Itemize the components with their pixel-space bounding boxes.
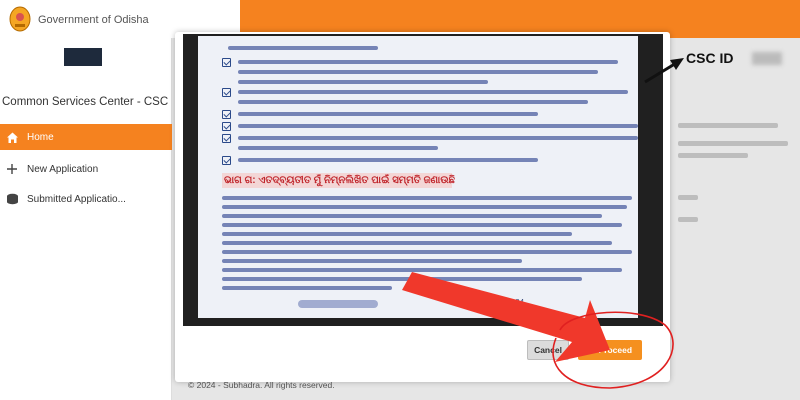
- proceed-button[interactable]: ✎ Proceed: [578, 340, 642, 360]
- doc-text-line: [238, 70, 598, 74]
- doc-text-line: [238, 146, 438, 150]
- header-title: Government of Odisha: [38, 14, 149, 26]
- doc-text-line: [222, 241, 612, 245]
- doc-text-line: [222, 205, 627, 209]
- checkbox-checked-icon: [222, 88, 231, 97]
- pencil-icon: ✎: [587, 344, 596, 355]
- doc-text-line: [238, 112, 538, 116]
- doc-text-line: [228, 46, 378, 50]
- csc-id-annotation-label: CSC ID: [686, 50, 734, 66]
- database-icon: [5, 192, 19, 206]
- checkbox-checked-icon: [222, 58, 231, 67]
- bg-text-line: [678, 217, 698, 222]
- bg-text-line: [678, 123, 778, 128]
- proceed-button-label: Proceed: [598, 345, 633, 355]
- doc-text-line: [238, 124, 638, 128]
- sidebar-item-submitted-applications[interactable]: Submitted Applicatio...: [0, 186, 172, 212]
- csc-id-redaction: [752, 52, 782, 65]
- plus-icon: [5, 162, 19, 176]
- doc-text-line: [238, 100, 588, 104]
- doc-text-line: [222, 259, 522, 263]
- document-section-heading: ଭାଗ ଗ: ଏତଦ୍‌ବ୍ୟତୀତ ମୁଁ ନିମ୍ନଲିଖିତ ପାଇଁ ସ…: [222, 173, 455, 188]
- sidebar-item-label: New Application: [27, 163, 99, 175]
- doc-text-line: [238, 136, 638, 140]
- sidebar-item-label: Home: [27, 131, 54, 143]
- doc-text-line: [222, 250, 632, 254]
- sidebar-item-label: Submitted Applicatio...: [27, 193, 126, 205]
- signature: [298, 300, 378, 308]
- sidebar-title: Common Services Center - CSC: [2, 96, 169, 108]
- document-year: /2024: [504, 298, 525, 307]
- checkbox-checked-icon: [222, 156, 231, 165]
- cancel-button[interactable]: Cancel: [527, 340, 569, 360]
- doc-text-line: [222, 223, 622, 227]
- black-arrow-head-icon: [670, 58, 684, 70]
- consent-document-image: ଭାଗ ଗ: ଏତଦ୍‌ବ୍ୟତୀତ ମୁଁ ନିମ୍ନଲିଖିତ ପାଇଁ ସ…: [198, 36, 638, 318]
- doc-text-line: [222, 286, 392, 290]
- doc-text-line: [238, 60, 618, 64]
- background-page-content: [660, 95, 800, 295]
- doc-text-line: [238, 90, 628, 94]
- doc-text-line: [222, 232, 572, 236]
- sidebar-item-home[interactable]: Home: [0, 124, 172, 150]
- bg-text-line: [678, 141, 788, 146]
- checkbox-checked-icon: [222, 134, 231, 143]
- doc-text-line: [222, 214, 602, 218]
- doc-text-line: [222, 268, 622, 272]
- checkbox-checked-icon: [222, 110, 231, 119]
- odisha-emblem-icon: [9, 6, 31, 32]
- doc-text-line: [222, 196, 632, 200]
- doc-text-line: [222, 277, 582, 281]
- csc-logo: [64, 48, 102, 66]
- home-icon: [5, 130, 19, 144]
- checkbox-checked-icon: [222, 122, 231, 131]
- bg-text-line: [678, 153, 748, 158]
- bg-text-line: [678, 195, 698, 200]
- sidebar-item-new-application[interactable]: New Application: [0, 156, 172, 182]
- doc-text-line: [238, 80, 488, 84]
- doc-text-line: [238, 158, 538, 162]
- sidebar: Common Services Center - CSC Home New Ap…: [0, 38, 172, 400]
